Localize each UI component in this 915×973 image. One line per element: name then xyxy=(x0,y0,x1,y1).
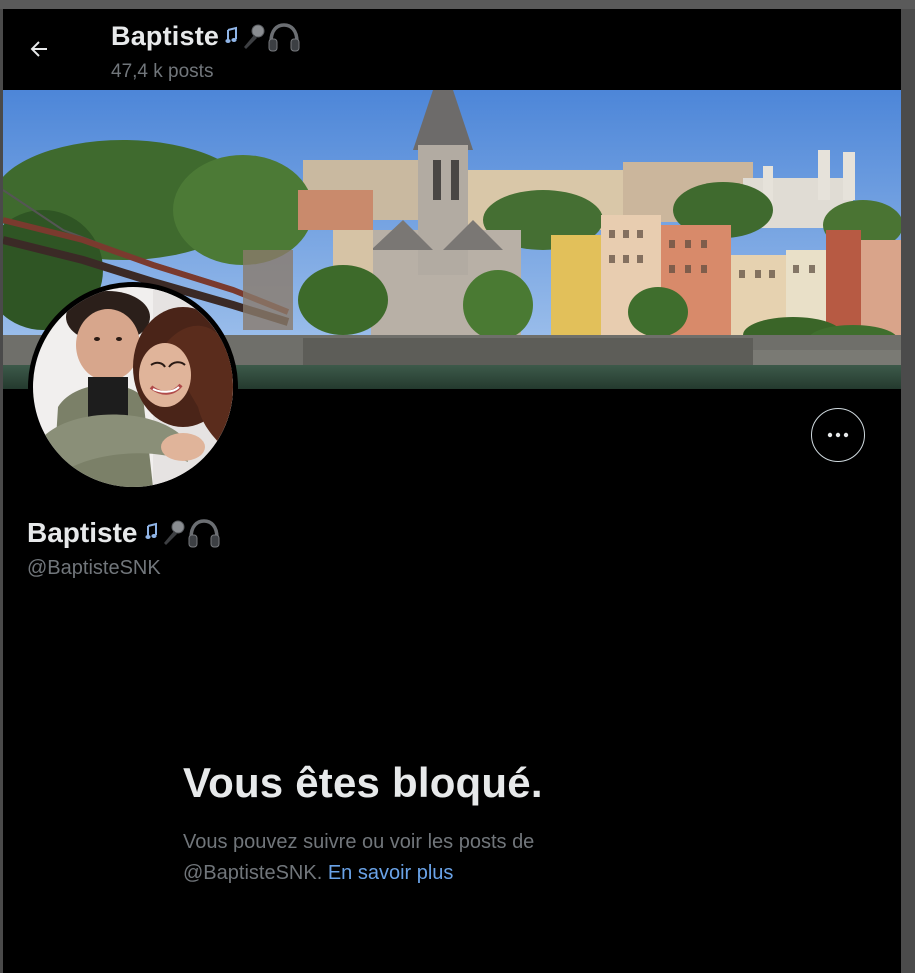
profile-avatar[interactable] xyxy=(28,282,238,492)
scrollbar-gutter[interactable] xyxy=(901,9,915,973)
more-options-button[interactable] xyxy=(811,408,865,462)
headphones-icon xyxy=(188,519,220,548)
blocked-message-line1: Vous pouvez suivre ou voir les posts de xyxy=(183,831,535,853)
window-top-strip xyxy=(0,0,915,9)
profile-handle: @BaptisteSNK xyxy=(27,557,161,579)
blocked-message-handle: @BaptisteSNK. xyxy=(183,862,323,884)
posts-count: 47,4 k posts xyxy=(111,61,214,82)
arrow-left-icon xyxy=(30,41,47,57)
back-button[interactable] xyxy=(21,31,57,67)
profile-header: Baptiste 47,4 k posts xyxy=(3,9,901,90)
blocked-title: Vous êtes bloqué. xyxy=(183,759,543,806)
window-frame: Baptiste 47,4 k posts Baptiste @Baptiste… xyxy=(0,0,915,973)
profile-emojis xyxy=(145,518,221,548)
music-notes-icon xyxy=(145,522,158,539)
microphone-icon xyxy=(244,24,265,49)
header-emojis xyxy=(225,22,301,52)
avatar-photo xyxy=(33,287,233,487)
profile-display-name: Baptiste xyxy=(27,517,221,549)
microphone-icon xyxy=(164,520,185,545)
profile-page: Baptiste 47,4 k posts Baptiste @Baptiste… xyxy=(3,9,901,973)
music-notes-icon xyxy=(225,26,238,43)
header-name: Baptiste xyxy=(111,21,220,51)
profile-name-text: Baptiste xyxy=(27,517,138,548)
headphones-icon xyxy=(268,22,300,51)
blocked-message: Vous pouvez suivre ou voir les posts de … xyxy=(183,827,643,889)
learn-more-link[interactable]: En savoir plus xyxy=(328,862,454,884)
learn-more-link-text[interactable]: En savoir plus xyxy=(328,862,454,884)
header-title: Baptiste xyxy=(111,21,301,52)
more-dots-icon xyxy=(827,432,849,438)
